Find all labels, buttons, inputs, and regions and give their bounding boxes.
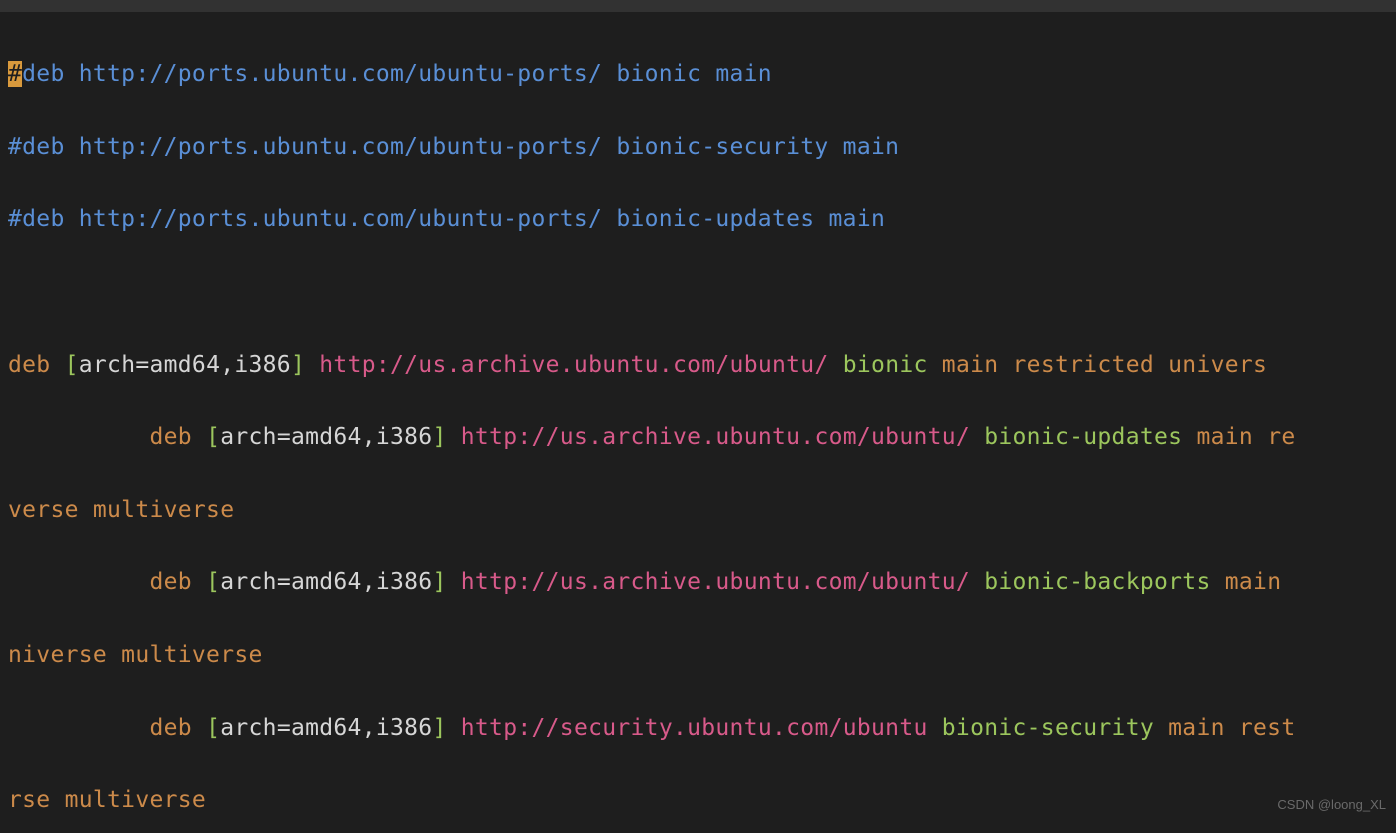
code-line: deb [arch=amd64,i386] http://security.ub… (8, 710, 1396, 746)
bracket-close: ] (432, 424, 446, 450)
indent (8, 569, 149, 595)
arch-spec: arch=amd64,i386 (220, 715, 432, 741)
arch-spec: arch=amd64,i386 (220, 569, 432, 595)
space (1154, 715, 1168, 741)
space (970, 424, 984, 450)
components: niverse multiverse (8, 642, 263, 668)
comment-text: #deb http://ports.ubuntu.com/ubuntu-port… (8, 134, 899, 160)
space (970, 569, 984, 595)
space (305, 352, 319, 378)
distro: bionic (843, 352, 928, 378)
bracket-open: [ (192, 715, 220, 741)
bracket-close: ] (432, 715, 446, 741)
window-topbar (0, 0, 1396, 12)
distro: bionic-backports (984, 569, 1210, 595)
repo-url: http://us.archive.ubuntu.com/ubuntu/ (461, 569, 970, 595)
repo-url: http://us.archive.ubuntu.com/ubuntu/ (319, 352, 828, 378)
repo-url: http://security.ubuntu.com/ubuntu (461, 715, 928, 741)
code-wrap: verse multiverse (8, 492, 1396, 528)
distro: bionic-updates (984, 424, 1182, 450)
code-line: deb [arch=amd64,i386] http://us.archive.… (8, 564, 1396, 600)
bracket-close: ] (291, 352, 305, 378)
code-line: deb [arch=amd64,i386] http://us.archive.… (8, 347, 1396, 383)
comment-text: deb http://ports.ubuntu.com/ubuntu-ports… (22, 61, 772, 87)
arch-spec: arch=amd64,i386 (79, 352, 291, 378)
bracket-open: [ (50, 352, 78, 378)
space (447, 569, 461, 595)
blank-line (8, 274, 1396, 310)
bracket-open: [ (192, 424, 220, 450)
components: main re (1196, 424, 1295, 450)
deb-keyword: deb (149, 569, 191, 595)
components: verse multiverse (8, 497, 234, 523)
code-line: #deb http://ports.ubuntu.com/ubuntu-port… (8, 129, 1396, 165)
components: main restricted univers (942, 352, 1267, 378)
deb-keyword: deb (149, 424, 191, 450)
code-wrap: rse multiverse (8, 782, 1396, 818)
code-line: deb [arch=amd64,i386] http://us.archive.… (8, 419, 1396, 455)
arch-spec: arch=amd64,i386 (220, 424, 432, 450)
bracket-open: [ (192, 569, 220, 595)
code-line: #deb http://ports.ubuntu.com/ubuntu-port… (8, 56, 1396, 92)
editor-viewport[interactable]: #deb http://ports.ubuntu.com/ubuntu-port… (0, 12, 1396, 833)
bracket-close: ] (432, 569, 446, 595)
space (829, 352, 843, 378)
space (928, 352, 942, 378)
code-wrap: niverse multiverse (8, 637, 1396, 673)
space (1182, 424, 1196, 450)
repo-url: http://us.archive.ubuntu.com/ubuntu/ (461, 424, 970, 450)
cursor: # (8, 61, 22, 87)
space (928, 715, 942, 741)
indent (8, 424, 149, 450)
indent (8, 715, 149, 741)
space (447, 424, 461, 450)
space (447, 715, 461, 741)
components: main rest (1168, 715, 1295, 741)
comment-text: #deb http://ports.ubuntu.com/ubuntu-port… (8, 206, 885, 232)
space (1211, 569, 1225, 595)
distro: bionic-security (942, 715, 1154, 741)
deb-keyword: deb (8, 352, 50, 378)
components: main (1225, 569, 1296, 595)
code-line: #deb http://ports.ubuntu.com/ubuntu-port… (8, 201, 1396, 237)
deb-keyword: deb (149, 715, 191, 741)
components: rse multiverse (8, 787, 206, 813)
watermark: CSDN @loong_XL (1277, 787, 1386, 823)
